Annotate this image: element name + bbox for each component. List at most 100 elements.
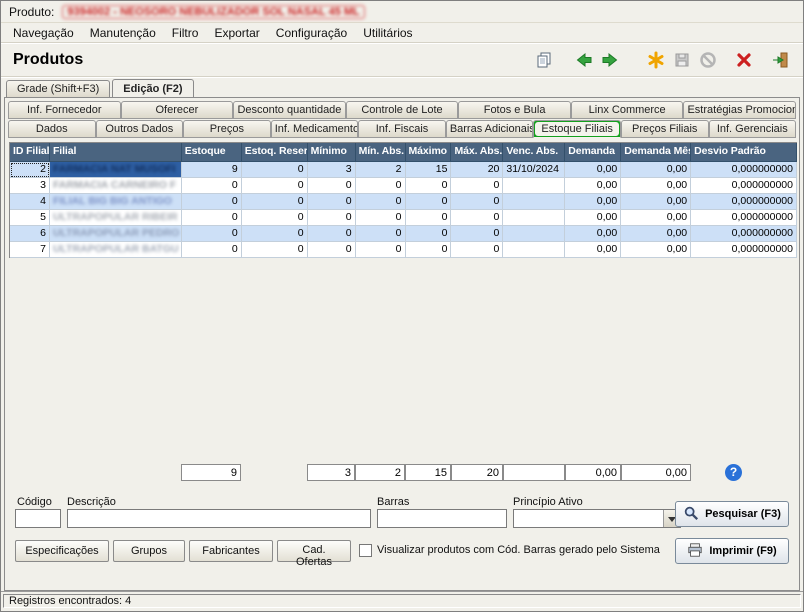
table-row[interactable]: 5 ULTRAPOPULAR RIBEIR 0 0 0 0 0 0 0,00 0,00 0,0000… xyxy=(10,210,797,226)
nav-forward-icon[interactable] xyxy=(597,48,623,72)
column-header[interactable]: Estoque xyxy=(181,143,242,162)
cell[interactable]: 0 xyxy=(405,226,452,242)
cell[interactable]: 0 xyxy=(451,178,504,194)
cell[interactable]: 0 xyxy=(181,210,242,226)
tab-linx-commerce[interactable]: Linx Commerce xyxy=(570,101,684,119)
column-header[interactable]: Estoq. Reser. xyxy=(241,143,308,162)
column-header[interactable]: Demanda Mês xyxy=(621,143,692,162)
column-header[interactable]: Venc. Abs. xyxy=(503,143,566,162)
cell[interactable]: 0,00 xyxy=(565,162,622,178)
tab-estrategias-promocionais[interactable]: Estratégias Promocionais xyxy=(683,101,797,119)
cell[interactable]: 0 xyxy=(405,178,452,194)
delete-icon[interactable] xyxy=(731,48,757,72)
cell[interactable]: 0,000000000 xyxy=(691,194,797,210)
cell[interactable]: 0 xyxy=(451,242,504,258)
copy-icon[interactable] xyxy=(531,48,557,72)
tab-inf-gerenciais[interactable]: Inf. Gerenciais xyxy=(708,120,797,138)
tab-outros-dados[interactable]: Outros Dados xyxy=(95,120,184,138)
cell[interactable]: ULTRAPOPULAR RIBEIR xyxy=(49,210,182,226)
cell[interactable] xyxy=(503,210,566,226)
menu-filtro[interactable]: Filtro xyxy=(164,25,207,41)
cell[interactable]: 0 xyxy=(307,226,356,242)
cell[interactable]: 0 xyxy=(307,194,356,210)
tab-inf-fornecedor[interactable]: Inf. Fornecedor xyxy=(8,101,121,119)
table-row[interactable]: 4 FILIAL BIG BIG ANTIGO 0 0 0 0 0 0 0,00 0,00 0,00… xyxy=(10,194,797,210)
principio-ativo-select[interactable] xyxy=(513,509,681,528)
cell[interactable]: 0 xyxy=(451,194,504,210)
cell[interactable]: 2 xyxy=(10,162,50,178)
cell[interactable]: 0 xyxy=(241,194,308,210)
menu-utilitarios[interactable]: Utilitários xyxy=(355,25,420,41)
cell[interactable]: 0 xyxy=(405,210,452,226)
menu-configuracao[interactable]: Configuração xyxy=(268,25,355,41)
barras-sistema-checkbox[interactable] xyxy=(359,544,372,557)
new-record-icon[interactable] xyxy=(643,48,669,72)
cell[interactable]: 0,00 xyxy=(565,178,622,194)
cell[interactable]: 0,00 xyxy=(565,242,622,258)
column-header[interactable]: Desvio Padrão xyxy=(691,143,797,162)
cell[interactable]: 0 xyxy=(405,242,452,258)
cell[interactable]: 0,000000000 xyxy=(691,162,797,178)
column-header[interactable]: Mínimo xyxy=(307,143,356,162)
cell[interactable]: 20 xyxy=(451,162,504,178)
grupos-button[interactable]: Grupos xyxy=(113,540,185,562)
cell[interactable]: 6 xyxy=(10,226,50,242)
cell[interactable]: 0,00 xyxy=(621,210,692,226)
cad-ofertas-button[interactable]: Cad. Ofertas xyxy=(277,540,351,568)
cell[interactable]: 0,00 xyxy=(621,162,692,178)
cell[interactable]: 0,00 xyxy=(621,226,692,242)
cell[interactable]: 0,00 xyxy=(621,178,692,194)
tab-precos-filiais[interactable]: Preços Filiais xyxy=(620,120,709,138)
tab-edicao[interactable]: Edição (F2) xyxy=(112,79,194,97)
cell[interactable]: 3 xyxy=(307,162,356,178)
cell[interactable]: FARMACIA NAT MUSOFI xyxy=(49,162,182,178)
cell[interactable]: 0 xyxy=(307,210,356,226)
menu-manutencao[interactable]: Manutenção xyxy=(82,25,164,41)
cell[interactable]: 7 xyxy=(10,242,50,258)
cell[interactable]: FILIAL BIG BIG ANTIGO xyxy=(49,194,182,210)
cell[interactable]: 0 xyxy=(355,194,406,210)
help-icon[interactable]: ? xyxy=(725,463,742,481)
especificacoes-button[interactable]: Especificações xyxy=(15,540,109,562)
column-header[interactable]: ID Filial xyxy=(10,143,50,162)
column-header[interactable]: Filial xyxy=(49,143,182,162)
cell[interactable] xyxy=(503,226,566,242)
cell[interactable]: 15 xyxy=(405,162,452,178)
cell[interactable] xyxy=(503,178,566,194)
tab-precos[interactable]: Preços xyxy=(183,120,271,138)
cell[interactable]: 0 xyxy=(241,178,308,194)
cell[interactable]: 0,00 xyxy=(621,242,692,258)
cell[interactable] xyxy=(503,242,566,258)
barras-input[interactable] xyxy=(377,509,507,528)
cell[interactable]: 0 xyxy=(241,226,308,242)
cell[interactable]: 0 xyxy=(181,242,242,258)
cell[interactable]: 0 xyxy=(307,178,356,194)
tab-controle-lote[interactable]: Controle de Lote xyxy=(345,101,459,119)
cell[interactable]: 0 xyxy=(355,242,406,258)
cell[interactable]: 0 xyxy=(405,194,452,210)
cell[interactable]: FARMACIA CARNEIRO F xyxy=(49,178,182,194)
cell[interactable] xyxy=(503,194,566,210)
tab-fotos-bula[interactable]: Fotos e Bula xyxy=(458,101,571,119)
cell[interactable]: 0,000000000 xyxy=(691,226,797,242)
cell[interactable]: 0,000000000 xyxy=(691,210,797,226)
cell[interactable]: 0 xyxy=(355,210,406,226)
tab-dados[interactable]: Dados xyxy=(8,120,96,138)
tab-desconto-quantidade[interactable]: Desconto quantidade xyxy=(233,101,346,119)
cell[interactable]: 0 xyxy=(307,242,356,258)
cell[interactable]: 5 xyxy=(10,210,50,226)
exit-icon[interactable] xyxy=(767,48,793,72)
cell[interactable]: 0 xyxy=(355,226,406,242)
cell[interactable]: 0,00 xyxy=(565,210,622,226)
cell[interactable]: 0 xyxy=(355,178,406,194)
cell[interactable]: 0,000000000 xyxy=(691,178,797,194)
cell[interactable]: 0 xyxy=(451,210,504,226)
cell[interactable]: 4 xyxy=(10,194,50,210)
descricao-input[interactable] xyxy=(67,509,371,528)
pesquisar-button[interactable]: Pesquisar (F3) xyxy=(675,501,789,527)
cell[interactable]: 9 xyxy=(181,162,242,178)
tab-oferecer[interactable]: Oferecer xyxy=(120,101,234,119)
nav-back-icon[interactable] xyxy=(571,48,597,72)
fabricantes-button[interactable]: Fabricantes xyxy=(189,540,273,562)
cell[interactable]: 0,000000000 xyxy=(691,242,797,258)
